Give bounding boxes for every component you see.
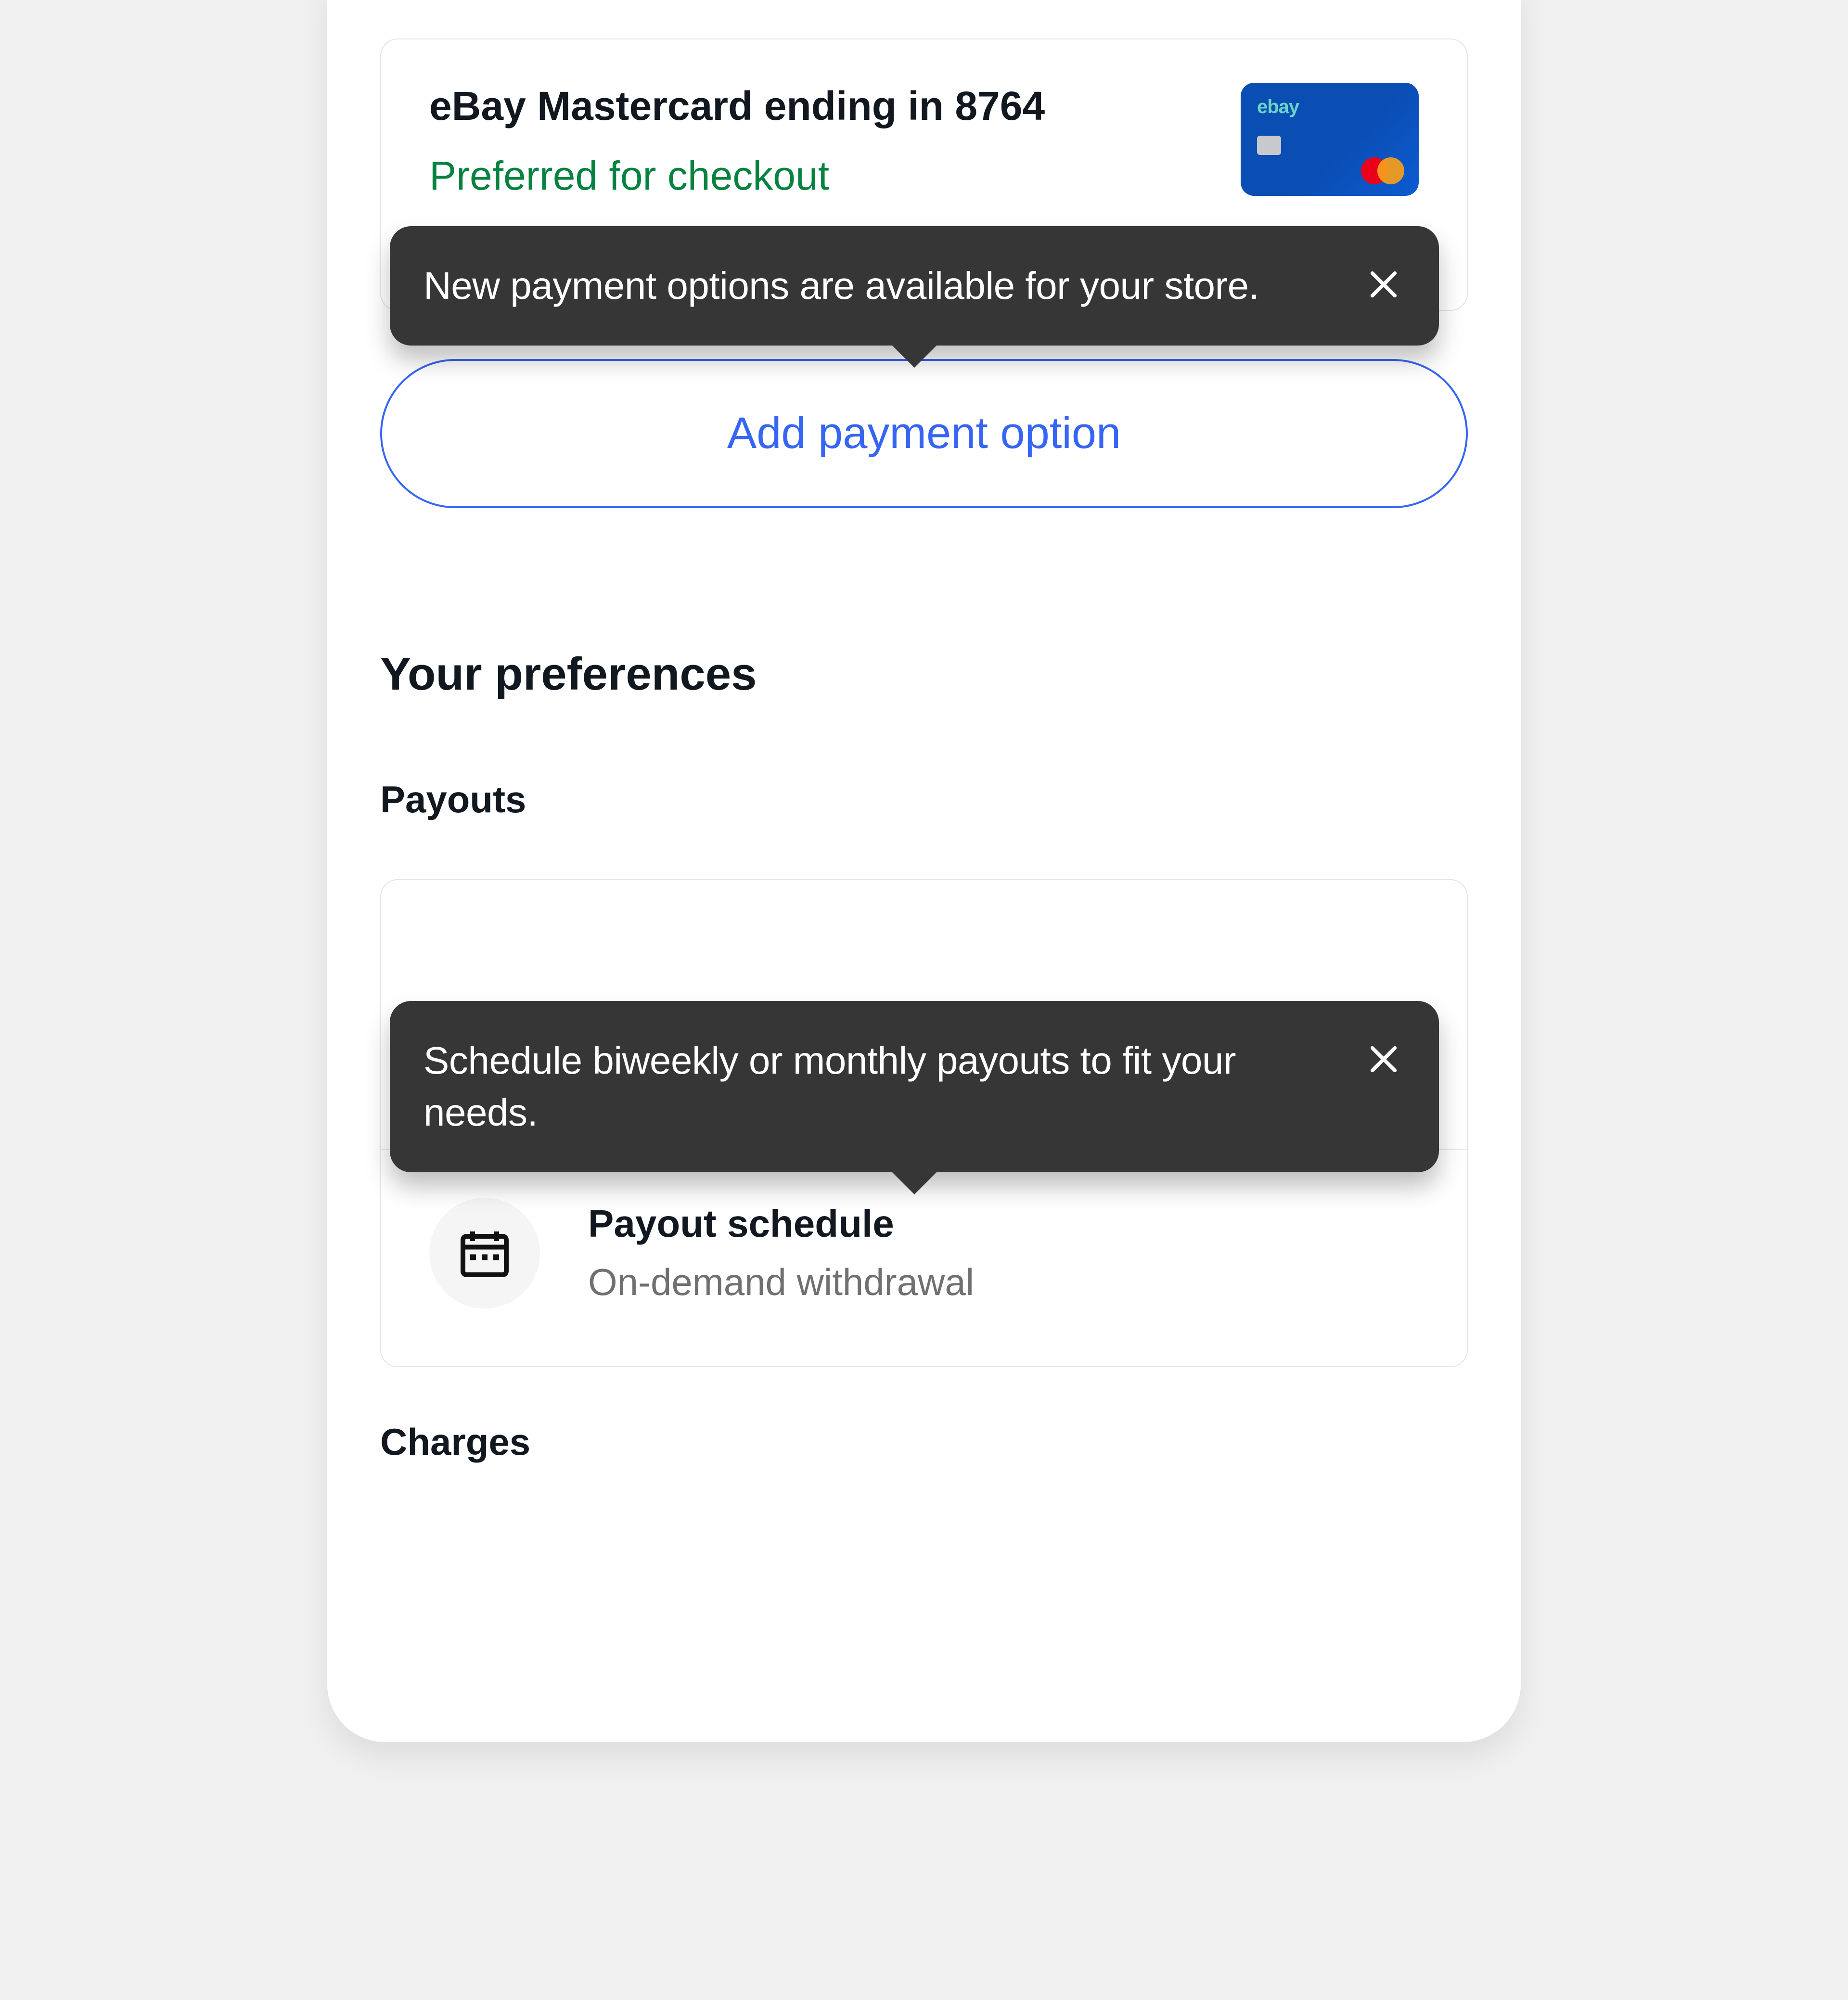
add-payment-option-button[interactable]: Add payment option [380, 359, 1468, 508]
close-icon [1367, 1042, 1400, 1076]
tooltip-caret-icon [890, 344, 938, 368]
payout-tooltip-text: Schedule biweekly or monthly payouts to … [424, 1035, 1362, 1139]
card-chip-icon [1257, 136, 1281, 155]
mastercard-logo-icon [1361, 157, 1404, 184]
payment-options-tooltip-text: New payment options are available for yo… [424, 260, 1362, 312]
close-icon [1367, 268, 1400, 301]
payouts-subheading: Payouts [380, 778, 1468, 821]
card-brand-mark: ebay [1257, 96, 1299, 118]
tooltip-close-button[interactable] [1362, 263, 1405, 306]
payout-tooltip: Schedule biweekly or monthly payouts to … [390, 1001, 1439, 1172]
charges-subheading: Charges [380, 1420, 1468, 1464]
payment-options-tooltip: New payment options are available for yo… [390, 226, 1439, 346]
calendar-icon [429, 1198, 540, 1308]
add-payment-option-label: Add payment option [727, 408, 1121, 459]
payout-schedule-title: Payout schedule [588, 1202, 974, 1246]
preferred-badge: Preferred for checkout [429, 153, 1221, 199]
tooltip-close-button[interactable] [1362, 1038, 1405, 1081]
preferences-heading: Your preferences [380, 648, 1468, 701]
device-frame: eBay Mastercard ending in 8764 Preferred… [327, 0, 1521, 1742]
payout-schedule-value: On-demand withdrawal [588, 1260, 974, 1304]
credit-card-icon: ebay [1241, 83, 1419, 196]
tooltip-caret-icon [890, 1170, 938, 1194]
payment-method-title: eBay Mastercard ending in 8764 [429, 83, 1221, 129]
